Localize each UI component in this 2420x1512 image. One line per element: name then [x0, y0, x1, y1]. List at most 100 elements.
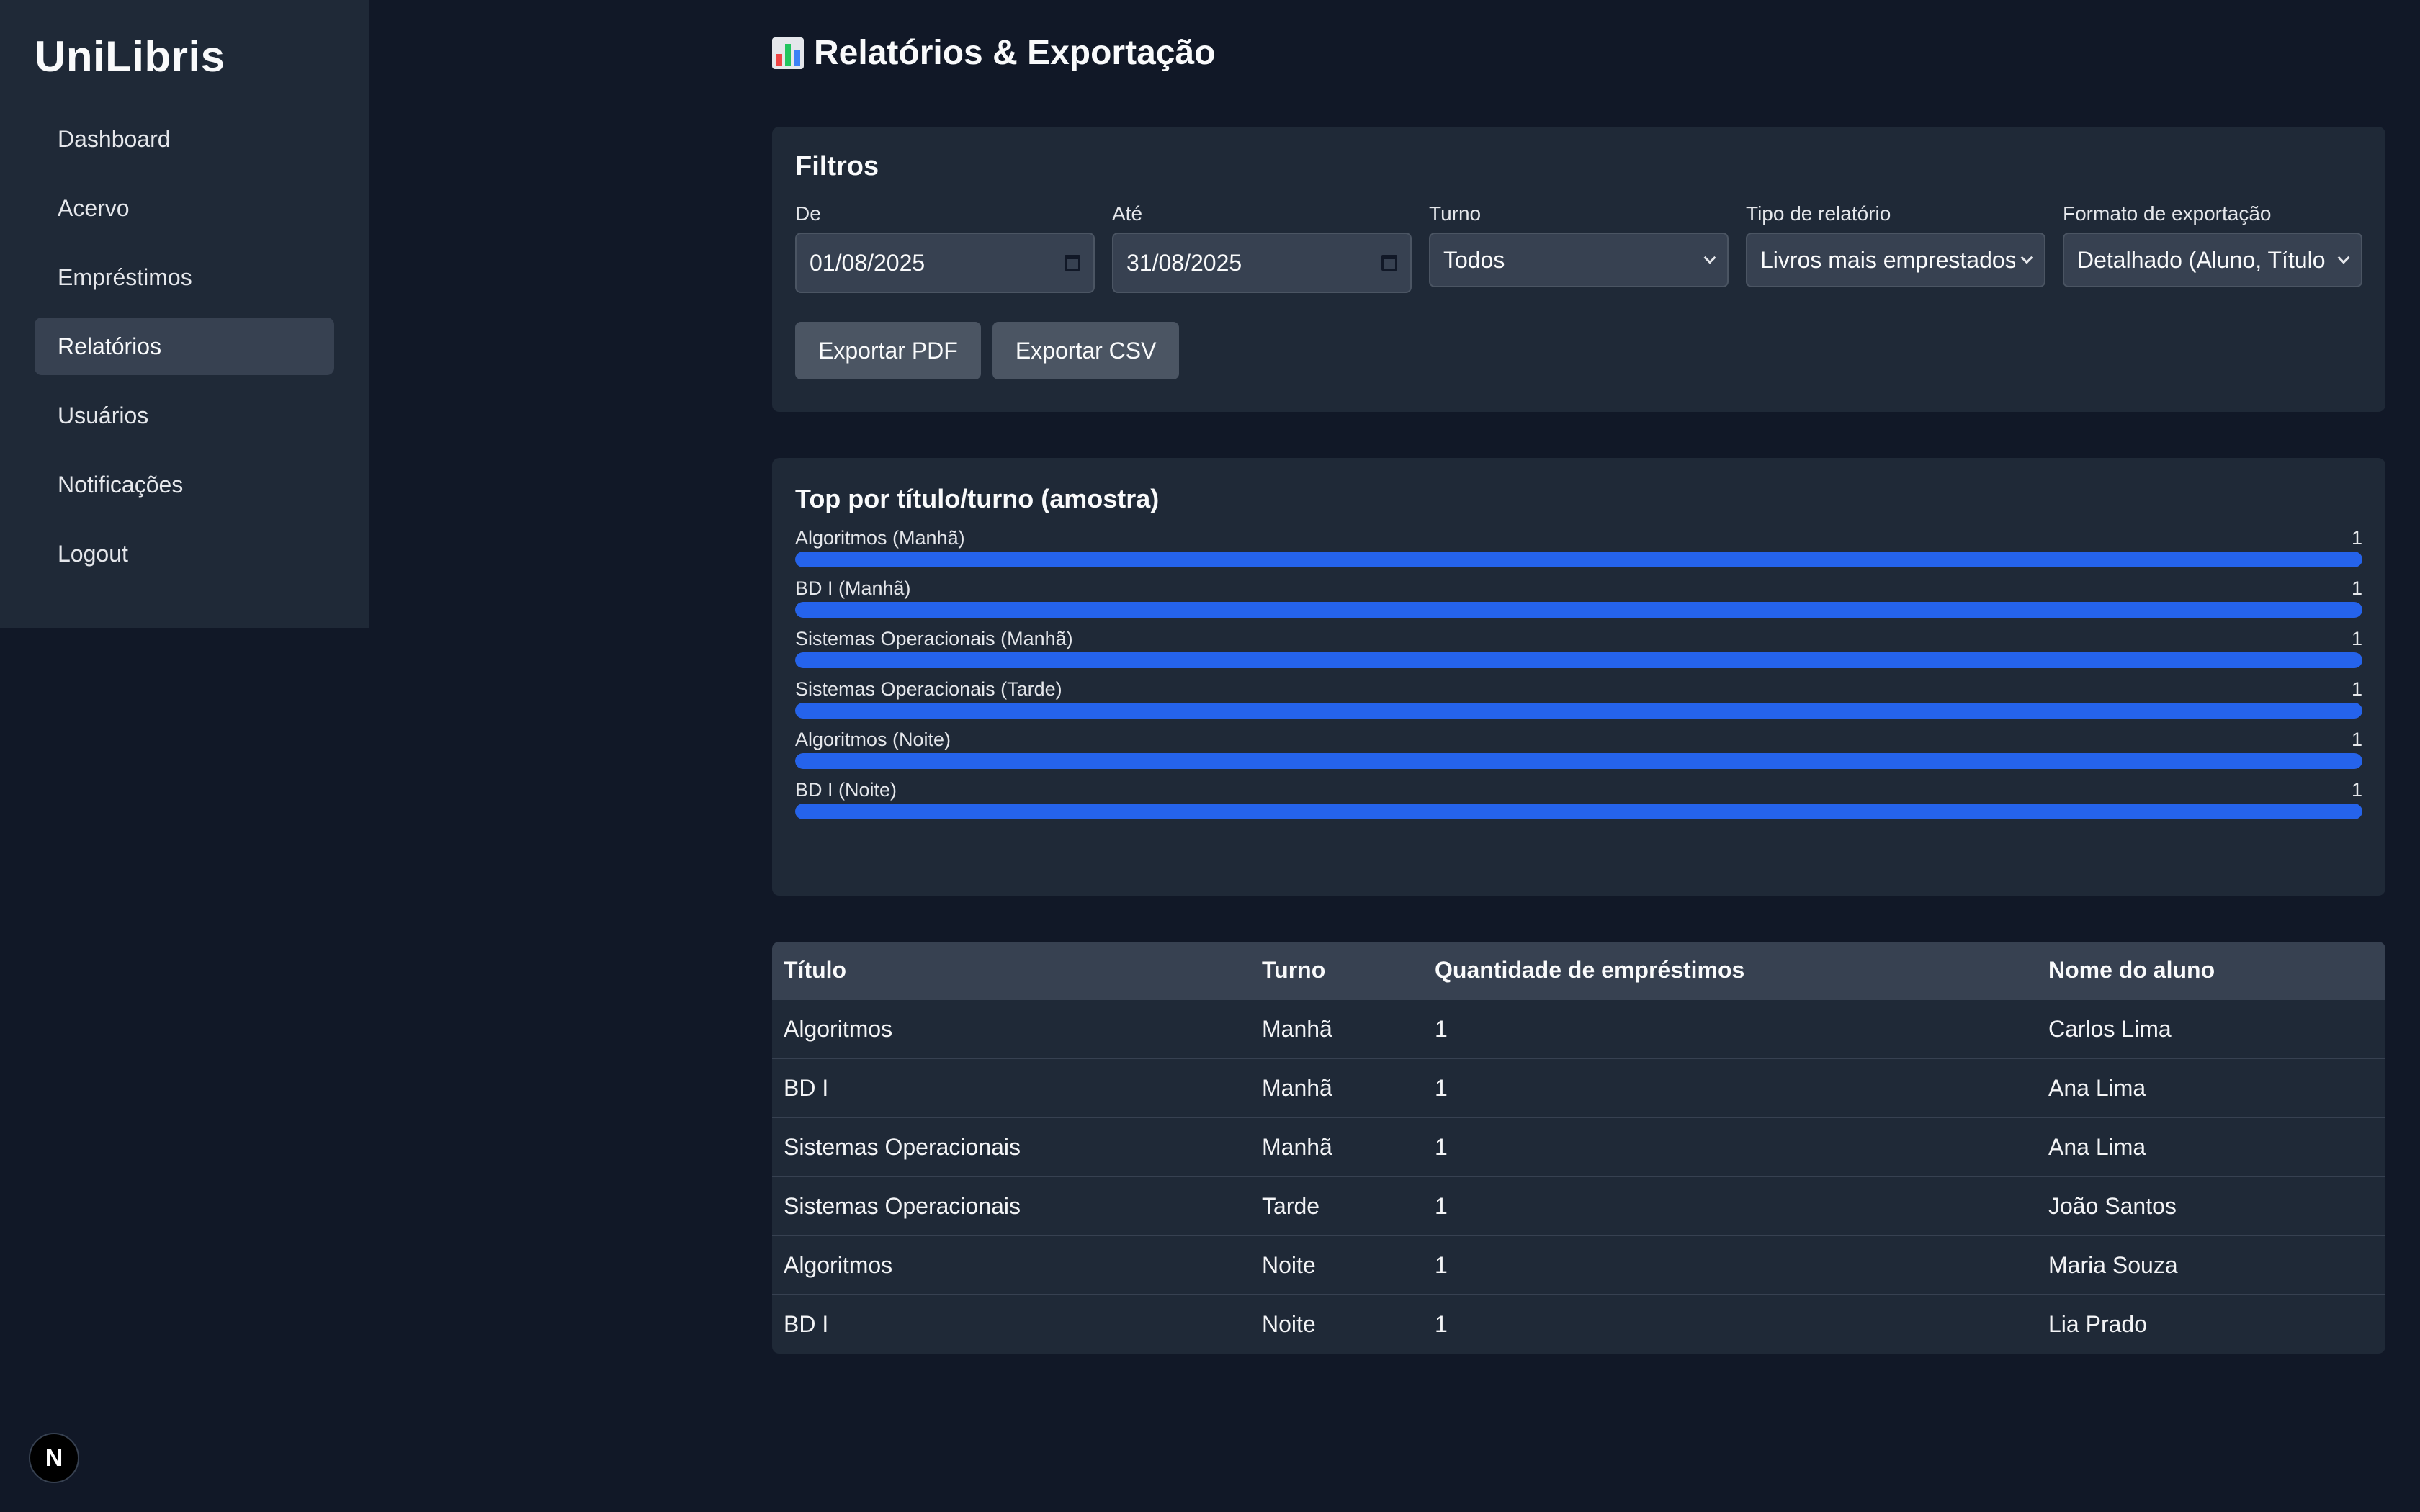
shift-value: Todos	[1443, 246, 1505, 273]
calendar-icon[interactable]	[1381, 255, 1397, 271]
bar	[795, 552, 2362, 567]
to-date-input[interactable]: 31/08/2025	[1112, 233, 1412, 293]
cell-aluno: João Santos	[2037, 1176, 2385, 1236]
brand-logo: UniLibris	[35, 32, 225, 81]
table-row[interactable]: Algoritmos Manhã 1 Carlos Lima	[772, 999, 2385, 1058]
calendar-icon[interactable]	[1065, 255, 1080, 271]
report-table: Título Turno Quantidade de empréstimos N…	[772, 942, 2385, 1354]
cell-aluno: Lia Prado	[2037, 1294, 2385, 1354]
sidebar-item-emprestimos[interactable]: Empréstimos	[35, 248, 334, 306]
sidebar-item-notificacoes[interactable]: Notificações	[35, 456, 334, 513]
export-csv-button[interactable]: Exportar CSV	[992, 322, 1180, 379]
chevron-down-icon	[2337, 251, 2350, 264]
page-title-text: Relatórios & Exportação	[814, 34, 1216, 72]
bar-label: Algoritmos (Manhã)	[795, 527, 965, 549]
sidebar-item-relatorios[interactable]: Relatórios	[35, 318, 334, 375]
chevron-down-icon	[2020, 251, 2033, 264]
export-format-label: Formato de exportação	[2063, 202, 2272, 225]
cell-quantidade: 1	[1423, 1235, 2037, 1295]
bar-label: BD I (Noite)	[795, 779, 897, 801]
cell-titulo: Algoritmos	[772, 1235, 1250, 1295]
from-date-field: De 01/08/2025	[795, 202, 1095, 293]
cell-titulo: BD I	[772, 1058, 1250, 1117]
bar-track	[795, 602, 2362, 618]
table-header-row: Título Turno Quantidade de empréstimos N…	[772, 942, 2385, 999]
cell-quantidade: 1	[1423, 1058, 2037, 1117]
cell-titulo: Sistemas Operacionais	[772, 1176, 1250, 1236]
from-date-label: De	[795, 202, 821, 225]
bar-label: Sistemas Operacionais (Tarde)	[795, 678, 1062, 700]
bar-value: 1	[2351, 729, 2362, 750]
sidebar-item-dashboard[interactable]: Dashboard	[35, 110, 334, 168]
bar-list: Algoritmos (Manhã) 1 BD I (Manhã) 1 Sistemas…	[795, 527, 2362, 819]
report-type-select[interactable]: Livros mais emprestados	[1746, 233, 2045, 287]
column-header-aluno[interactable]: Nome do aluno	[2037, 942, 2385, 999]
cell-turno: Manhã	[1250, 1058, 1423, 1117]
bar-label: Algoritmos (Noite)	[795, 729, 951, 750]
bar-chart-icon	[772, 37, 804, 69]
bar-value: 1	[2351, 779, 2362, 801]
bar-track	[795, 552, 2362, 567]
cell-titulo: BD I	[772, 1294, 1250, 1354]
sidebar-nav: Dashboard Acervo Empréstimos Relatórios …	[35, 110, 334, 582]
bar-label-row: Algoritmos (Noite) 1	[795, 729, 2362, 753]
cell-quantidade: 1	[1423, 1117, 2037, 1176]
filters-title: Filtros	[795, 151, 879, 181]
bar-label-row: BD I (Manhã) 1	[795, 577, 2362, 602]
shift-label: Turno	[1429, 202, 1482, 225]
bar-track	[795, 652, 2362, 668]
sidebar-item-logout[interactable]: Logout	[35, 525, 334, 582]
sidebar-item-acervo[interactable]: Acervo	[35, 179, 334, 237]
bar-row: Sistemas Operacionais (Manhã) 1	[795, 628, 2362, 668]
column-header-quantidade[interactable]: Quantidade de empréstimos	[1423, 942, 2037, 999]
cell-turno: Noite	[1250, 1294, 1423, 1354]
bar-row: Sistemas Operacionais (Tarde) 1	[795, 678, 2362, 719]
export-format-field: Formato de exportação Detalhado (Aluno, …	[2063, 202, 2362, 293]
cell-quantidade: 1	[1423, 1176, 2037, 1236]
report-type-value: Livros mais emprestados	[1760, 246, 2015, 273]
export-format-value: Detalhado (Aluno, Título	[2077, 246, 2326, 273]
filters-panel: Filtros De 01/08/2025 Até 31/08/2025 Tur…	[772, 127, 2385, 412]
cell-turno: Tarde	[1250, 1176, 1423, 1236]
table-row[interactable]: Sistemas Operacionais Tarde 1 João Santos	[772, 1176, 2385, 1236]
table-row[interactable]: BD I Manhã 1 Ana Lima	[772, 1058, 2385, 1117]
table-row[interactable]: Sistemas Operacionais Manhã 1 Ana Lima	[772, 1117, 2385, 1176]
chart-title: Top por título/turno (amostra)	[795, 484, 1160, 513]
bar	[795, 703, 2362, 719]
export-pdf-button[interactable]: Exportar PDF	[795, 322, 981, 379]
report-type-label: Tipo de relatório	[1746, 202, 1891, 225]
from-date-input[interactable]: 01/08/2025	[795, 233, 1095, 293]
bar	[795, 602, 2362, 618]
table-row[interactable]: BD I Noite 1 Lia Prado	[772, 1294, 2385, 1354]
cell-turno: Manhã	[1250, 999, 1423, 1058]
chevron-down-icon	[1703, 251, 1716, 264]
bar-row: Algoritmos (Noite) 1	[795, 729, 2362, 769]
report-type-field: Tipo de relatório Livros mais emprestado…	[1746, 202, 2045, 293]
shift-select[interactable]: Todos	[1429, 233, 1729, 287]
bar-track	[795, 703, 2362, 719]
bar	[795, 804, 2362, 819]
bar-track	[795, 804, 2362, 819]
bar-row: Algoritmos (Manhã) 1	[795, 527, 2362, 567]
table-row[interactable]: Algoritmos Noite 1 Maria Souza	[772, 1235, 2385, 1295]
cell-aluno: Maria Souza	[2037, 1235, 2385, 1295]
nextjs-devtools-badge[interactable]: N	[29, 1433, 79, 1483]
cell-turno: Manhã	[1250, 1117, 1423, 1176]
cell-aluno: Carlos Lima	[2037, 999, 2385, 1058]
shift-field: Turno Todos	[1429, 202, 1729, 293]
bar-label-row: Sistemas Operacionais (Tarde) 1	[795, 678, 2362, 703]
sidebar-item-usuarios[interactable]: Usuários	[35, 387, 334, 444]
column-header-titulo[interactable]: Título	[772, 942, 1250, 999]
from-date-value: 01/08/2025	[810, 249, 926, 276]
bar-value: 1	[2351, 678, 2362, 700]
bar-track	[795, 753, 2362, 769]
page-title: Relatórios & Exportação	[772, 33, 1215, 73]
cell-quantidade: 1	[1423, 1294, 2037, 1354]
export-format-select[interactable]: Detalhado (Aluno, Título	[2063, 233, 2362, 287]
bar-label-row: Algoritmos (Manhã) 1	[795, 527, 2362, 552]
column-header-turno[interactable]: Turno	[1250, 942, 1423, 999]
cell-titulo: Sistemas Operacionais	[772, 1117, 1250, 1176]
cell-turno: Noite	[1250, 1235, 1423, 1295]
to-date-label: Até	[1112, 202, 1143, 225]
bar-value: 1	[2351, 577, 2362, 599]
